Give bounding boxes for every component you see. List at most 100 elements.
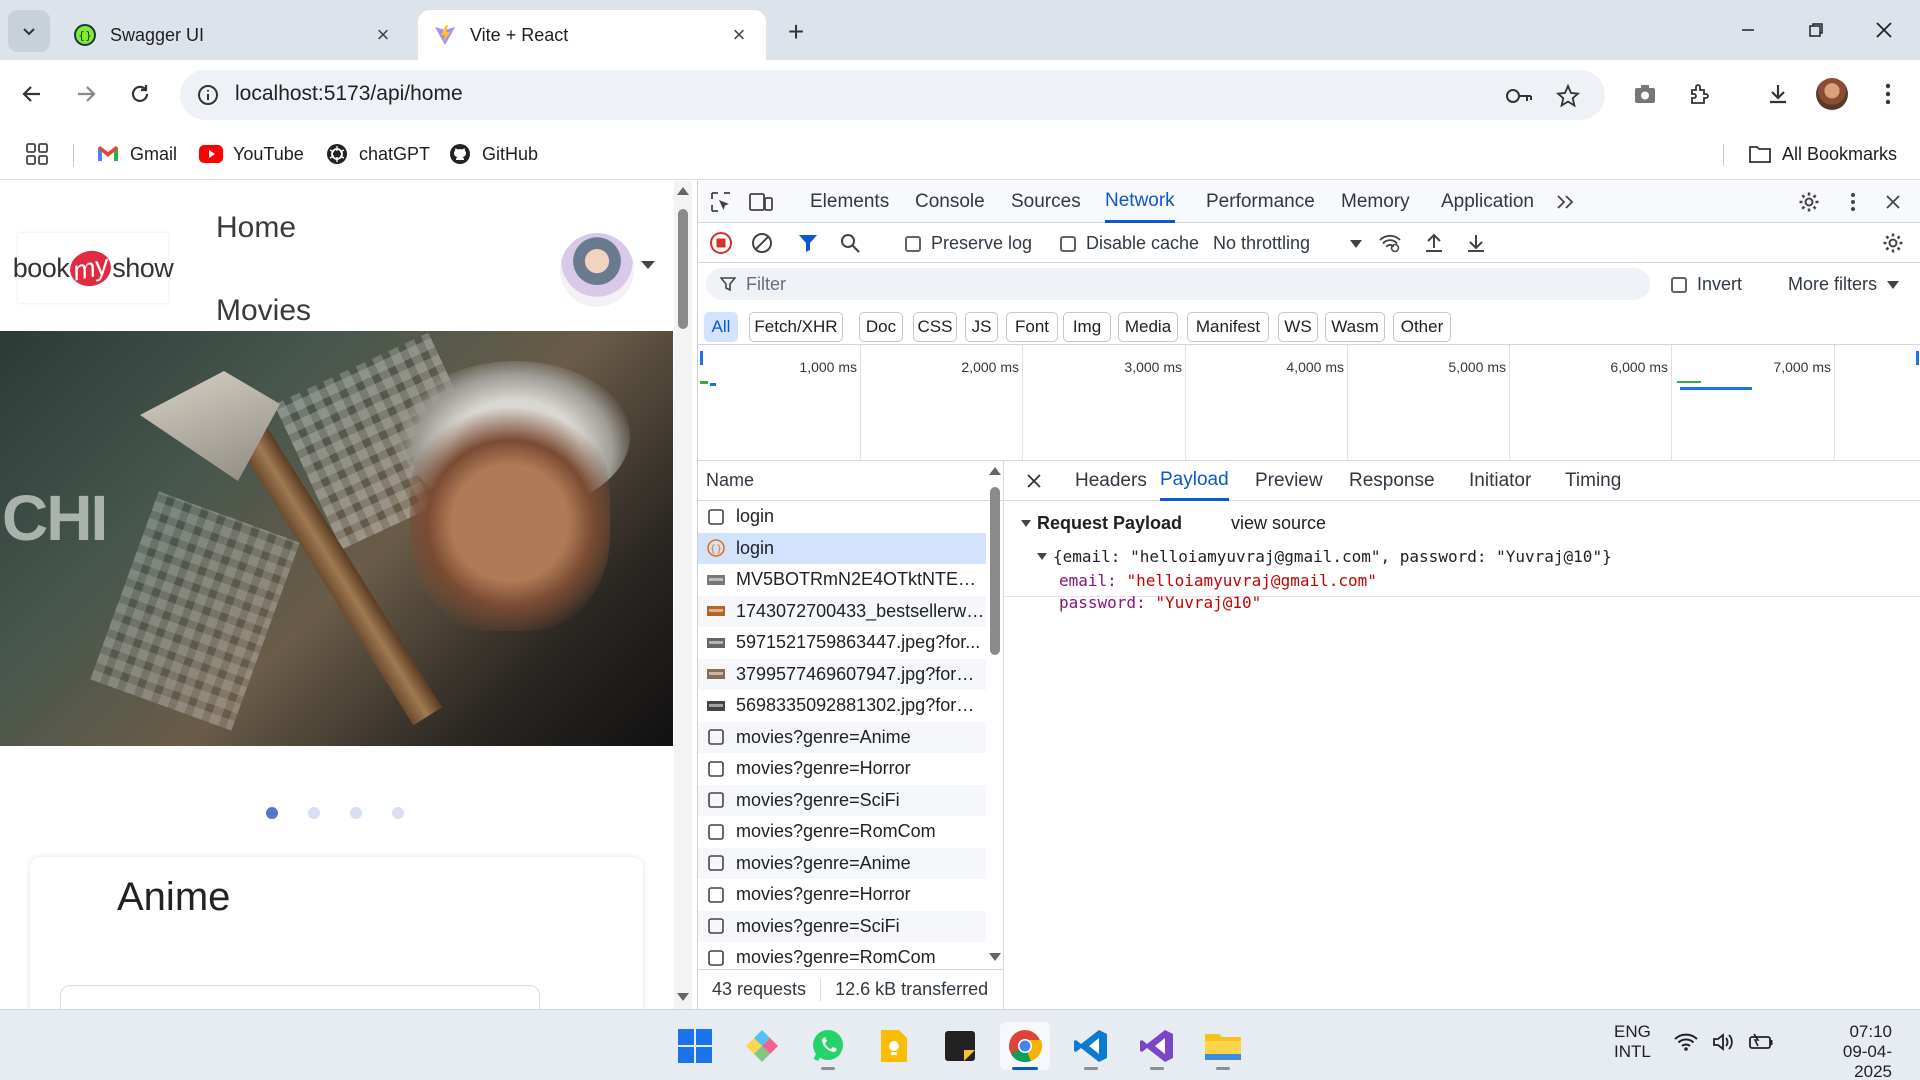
- request-row[interactable]: 1743072700433_bestsellerwe...: [698, 595, 986, 627]
- url-text[interactable]: localhost:5173/api/home: [235, 82, 463, 106]
- new-tab-button[interactable]: +: [778, 14, 814, 50]
- bookmark-github[interactable]: GitHub: [448, 138, 538, 170]
- network-overview-timeline[interactable]: 1,000 ms 2,000 ms 3,000 ms 4,000 ms 5,00…: [698, 345, 1920, 461]
- clear-icon[interactable]: [747, 228, 777, 258]
- tab-vite-react[interactable]: Vite + React ×: [418, 10, 766, 60]
- type-filter-fetch-xhr[interactable]: Fetch/XHR: [749, 312, 843, 342]
- type-filter-other[interactable]: Other: [1393, 312, 1451, 342]
- devtools-tab-sources[interactable]: Sources: [1011, 181, 1081, 223]
- network-settings-icon[interactable]: [1878, 228, 1908, 258]
- view-source-link[interactable]: view source: [1231, 513, 1326, 534]
- invert-checkbox[interactable]: Invert: [1671, 274, 1742, 295]
- name-column-header[interactable]: Name: [698, 461, 1004, 501]
- scroll-up-icon[interactable]: [677, 187, 689, 195]
- request-row[interactable]: movies?genre=Anime: [698, 847, 986, 879]
- volume-icon[interactable]: [1712, 1032, 1736, 1057]
- devtools-tab-elements[interactable]: Elements: [810, 181, 889, 223]
- close-tab-icon[interactable]: ×: [724, 20, 754, 50]
- settings-gear-icon[interactable]: [1794, 187, 1824, 217]
- minimize-button[interactable]: [1718, 8, 1778, 52]
- page-scrollbar[interactable]: [674, 181, 692, 1009]
- payload-object-summary[interactable]: {email: "helloiamyuvraj@gmail.com", pass…: [1037, 547, 1612, 566]
- nav-home-link[interactable]: Home: [216, 211, 296, 245]
- nav-movies-link[interactable]: Movies: [216, 294, 311, 328]
- more-filters-dropdown[interactable]: More filters: [1788, 274, 1900, 295]
- devtools-tab-memory[interactable]: Memory: [1341, 181, 1410, 223]
- scroll-thumb[interactable]: [678, 209, 688, 329]
- request-row[interactable]: movies?genre=Horror: [698, 879, 986, 911]
- scroll-down-icon[interactable]: [989, 953, 1001, 961]
- movie-card[interactable]: [60, 985, 540, 1009]
- apps-grid-icon[interactable]: [26, 138, 48, 170]
- type-filter-manifest[interactable]: Manifest: [1187, 312, 1269, 342]
- type-filter-media[interactable]: Media: [1118, 312, 1178, 342]
- bookmark-star-icon[interactable]: [1554, 82, 1582, 110]
- devtools-tab-console[interactable]: Console: [915, 181, 985, 223]
- devtools-menu-icon[interactable]: [1838, 187, 1868, 217]
- upload-icon[interactable]: [1419, 228, 1449, 258]
- throttling-select[interactable]: No throttling: [1213, 233, 1363, 254]
- taskbar-keep-notes[interactable]: [869, 1022, 919, 1070]
- search-icon[interactable]: [835, 228, 865, 258]
- back-button[interactable]: [14, 76, 50, 112]
- request-row[interactable]: MV5BOTRmN2E4OTktNTE1O...: [698, 564, 986, 596]
- carousel-dot[interactable]: [266, 807, 278, 819]
- scroll-thumb[interactable]: [990, 487, 1000, 655]
- request-row[interactable]: movies?genre=SciFi: [698, 910, 986, 942]
- address-bar[interactable]: localhost:5173/api/home: [180, 70, 1605, 120]
- request-row[interactable]: movies?genre=Horror: [698, 753, 986, 785]
- bookmyshow-logo[interactable]: book my show: [13, 233, 174, 303]
- carousel-dot[interactable]: [350, 807, 362, 819]
- password-key-icon[interactable]: [1505, 82, 1533, 110]
- taskbar-visual-studio[interactable]: [1132, 1022, 1182, 1070]
- network-conditions-icon[interactable]: [1375, 228, 1405, 258]
- filter-funnel-icon[interactable]: [793, 228, 823, 258]
- request-row[interactable]: movies?genre=SciFi: [698, 784, 986, 816]
- camera-icon[interactable]: [1627, 76, 1663, 112]
- carousel-dot[interactable]: [308, 807, 320, 819]
- bookmark-chatgpt[interactable]: chatGPT: [325, 138, 430, 170]
- site-info-icon[interactable]: [196, 83, 220, 107]
- wifi-icon[interactable]: [1674, 1032, 1698, 1057]
- carousel-dot[interactable]: [392, 807, 404, 819]
- user-avatar[interactable]: [560, 233, 634, 307]
- extensions-icon[interactable]: [1682, 76, 1718, 112]
- restore-button[interactable]: [1786, 8, 1846, 52]
- battery-icon[interactable]: [1748, 1032, 1774, 1057]
- devtools-tab-application[interactable]: Application: [1441, 181, 1534, 223]
- detail-tab-timing[interactable]: Timing: [1565, 461, 1621, 501]
- detail-tab-response[interactable]: Response: [1349, 461, 1435, 501]
- devtools-tab-network[interactable]: Network: [1105, 181, 1175, 223]
- clock[interactable]: 07:10 09-04-2025: [1812, 1022, 1892, 1080]
- inspect-element-icon[interactable]: [706, 187, 736, 217]
- record-stop-icon[interactable]: [706, 228, 736, 258]
- taskbar-vscode[interactable]: [1066, 1022, 1116, 1070]
- type-filter-css[interactable]: CSS: [913, 312, 957, 342]
- type-filter-all[interactable]: All: [704, 312, 738, 342]
- close-devtools-icon[interactable]: [1878, 187, 1908, 217]
- filter-input[interactable]: Filter: [706, 268, 1650, 300]
- type-filter-font[interactable]: Font: [1006, 312, 1058, 342]
- request-row[interactable]: movies?genre=Anime: [698, 721, 986, 753]
- taskbar-app-launcher[interactable]: [737, 1022, 787, 1070]
- type-filter-wasm[interactable]: Wasm: [1325, 312, 1385, 342]
- detail-tab-payload[interactable]: Payload: [1160, 461, 1229, 501]
- profile-avatar[interactable]: [1816, 78, 1848, 110]
- download-icon[interactable]: [1461, 228, 1491, 258]
- all-bookmarks-button[interactable]: All Bookmarks: [1748, 138, 1897, 170]
- detail-tab-headers[interactable]: Headers: [1075, 461, 1147, 501]
- caret-down-icon[interactable]: [641, 261, 655, 269]
- request-row[interactable]: 5698335092881302.jpg?form...: [698, 690, 986, 722]
- hero-carousel-image[interactable]: CHI: [0, 331, 673, 746]
- payload-section-toggle[interactable]: Request Payload: [1021, 513, 1182, 534]
- request-row[interactable]: movies?genre=RomCom: [698, 816, 986, 848]
- close-tab-icon[interactable]: ×: [368, 20, 398, 50]
- bookmark-youtube[interactable]: YouTube: [199, 138, 304, 170]
- more-tabs-icon[interactable]: [1551, 187, 1581, 217]
- scroll-down-icon[interactable]: [677, 993, 689, 1001]
- request-row[interactable]: 5971521759863447.jpeg?for...: [698, 627, 986, 659]
- input-language[interactable]: ENG INTL: [1614, 1022, 1651, 1062]
- close-detail-icon[interactable]: [1019, 466, 1049, 496]
- close-window-button[interactable]: [1854, 8, 1914, 52]
- taskbar-sticky-notes[interactable]: [935, 1022, 985, 1070]
